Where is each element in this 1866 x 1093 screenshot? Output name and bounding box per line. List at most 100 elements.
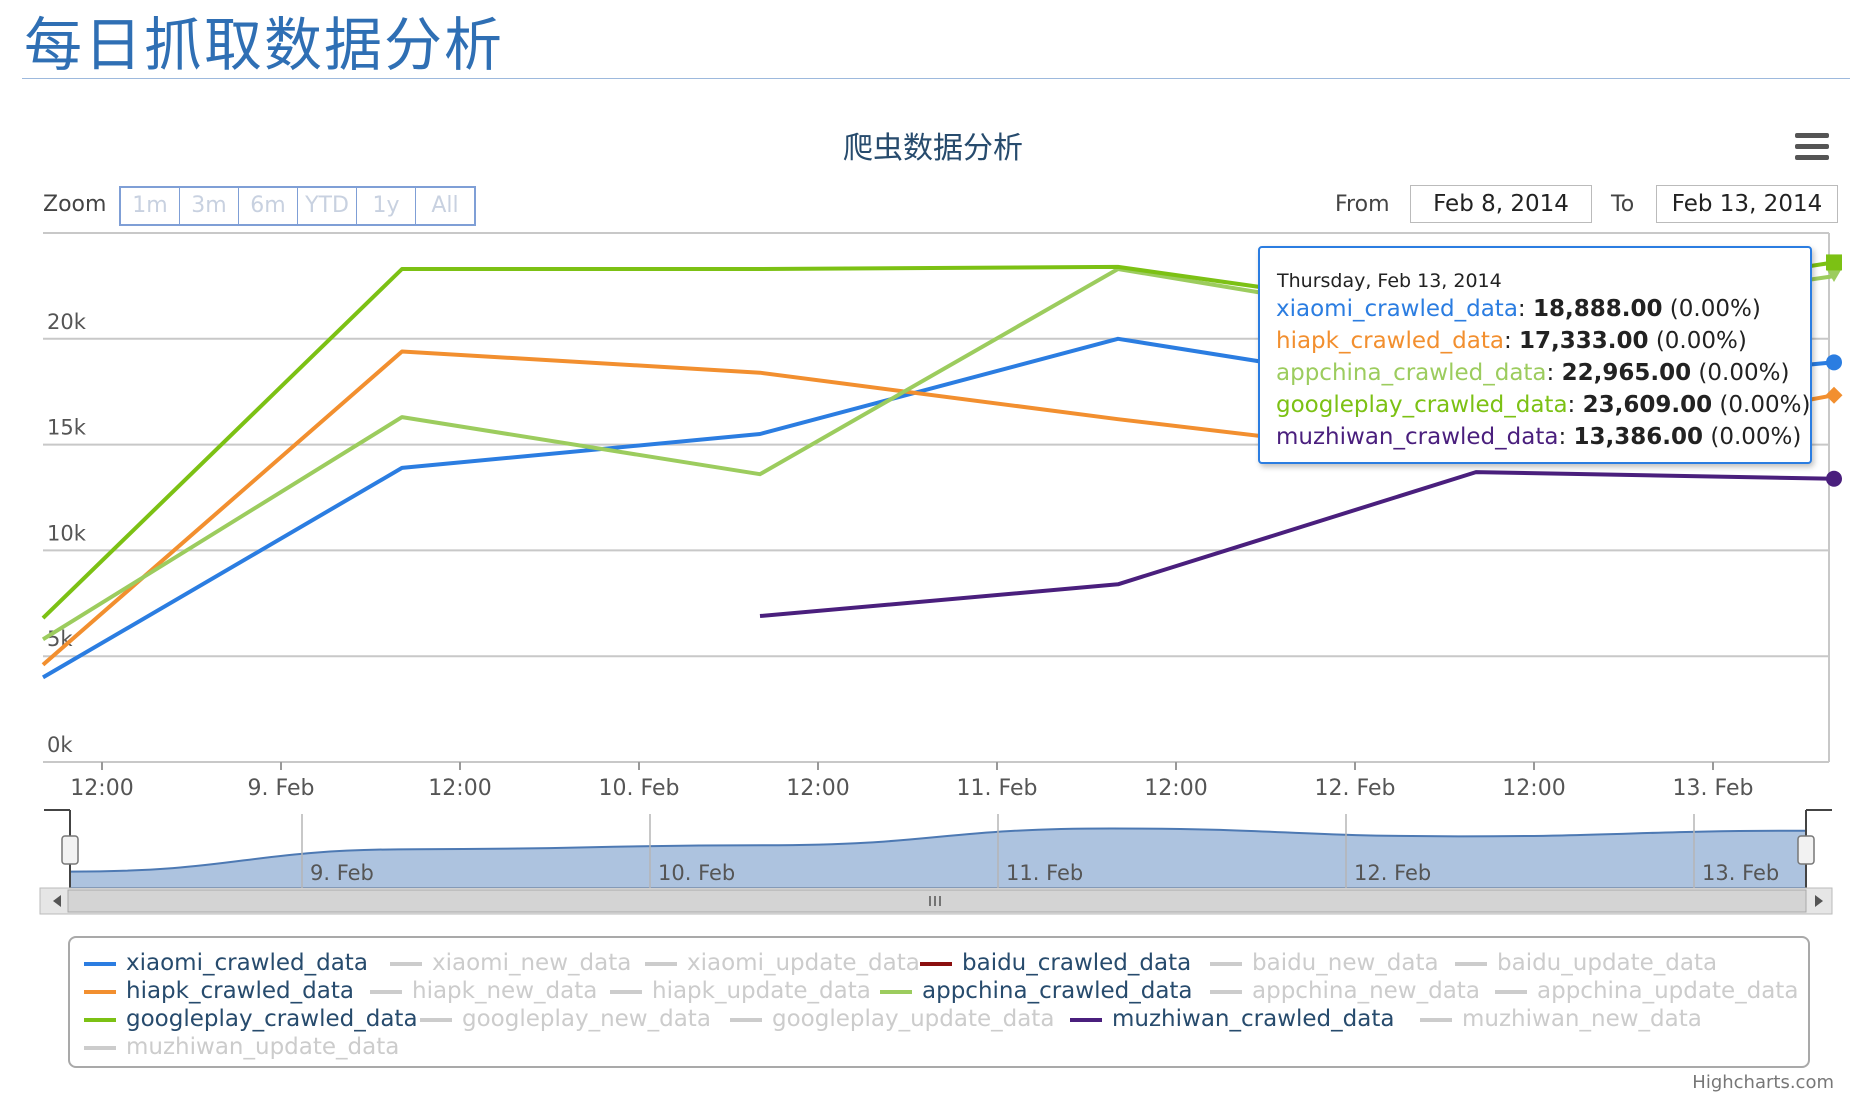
legend-swatch bbox=[420, 1017, 452, 1022]
tooltip-pct: (0.00%) bbox=[1719, 392, 1811, 418]
legend-swatch bbox=[730, 1017, 762, 1022]
legend-item-appchina-update-data[interactable]: appchina_update_data bbox=[1495, 978, 1798, 1004]
tooltip-series-name: googleplay_crawled_data bbox=[1276, 392, 1568, 418]
legend: xiaomi_crawled_data xiaomi_new_data xiaomi… bbox=[68, 936, 1810, 1068]
legend-label: appchina_update_data bbox=[1537, 978, 1799, 1004]
legend-swatch bbox=[84, 1045, 116, 1050]
legend-swatch bbox=[1070, 1017, 1102, 1022]
x-tick-label: 12:00 bbox=[70, 776, 133, 801]
legend-label: xiaomi_new_data bbox=[432, 950, 632, 976]
legend-label: xiaomi_crawled_data bbox=[126, 950, 368, 976]
x-tick-label: 12:00 bbox=[428, 776, 491, 801]
x-tick-label: 12. Feb bbox=[1315, 776, 1396, 801]
series-marker bbox=[1826, 254, 1842, 271]
x-tick-label: 12:00 bbox=[1502, 776, 1565, 801]
x-tick-label: 9. Feb bbox=[248, 776, 315, 801]
legend-label: hiapk_update_data bbox=[652, 978, 871, 1004]
legend-item-hiapk-crawled-data[interactable]: hiapk_crawled_data bbox=[84, 978, 354, 1004]
legend-label: hiapk_new_data bbox=[412, 978, 598, 1004]
legend-label: appchina_new_data bbox=[1252, 978, 1480, 1004]
legend-swatch bbox=[84, 989, 116, 994]
tooltip-row-hiapk: hiapk_crawled_data: 17,333.00 (0.00%) bbox=[1276, 328, 1747, 354]
legend-label: googleplay_new_data bbox=[462, 1006, 711, 1032]
legend-swatch bbox=[84, 1017, 116, 1022]
y-tick-label: 15k bbox=[47, 416, 87, 440]
scrollbar-thumb bbox=[67, 889, 1807, 913]
legend-item-googleplay-update-data[interactable]: googleplay_update_data bbox=[730, 1006, 1054, 1032]
navigator: 9. Feb 10. Feb 11. Feb 12. Feb 13. Feb bbox=[39, 809, 1833, 915]
legend-label: xiaomi_update_data bbox=[687, 950, 920, 976]
legend-item-xiaomi-new-data[interactable]: xiaomi_new_data bbox=[390, 950, 631, 976]
credits-link[interactable]: Highcharts.com bbox=[1692, 1072, 1834, 1093]
legend-item-appchina-crawled-data[interactable]: appchina_crawled_data bbox=[880, 978, 1193, 1004]
legend-label: googleplay_update_data bbox=[772, 1006, 1055, 1032]
legend-item-muzhiwan-crawled-data[interactable]: muzhiwan_crawled_data bbox=[1070, 1006, 1394, 1032]
legend-item-muzhiwan-new-data[interactable]: muzhiwan_new_data bbox=[1420, 1006, 1702, 1032]
series-line-muzhiwan bbox=[759, 470, 1835, 618]
series-marker bbox=[1826, 354, 1842, 371]
line-chart: 0k5k10k15k20k 12:00 9. Feb 12:00 10. Feb 12:… bbox=[39, 232, 1843, 915]
tooltip-value: 13,386.00 bbox=[1573, 424, 1704, 450]
legend-label: hiapk_crawled_data bbox=[126, 978, 354, 1004]
tooltip-value: 22,965.00 bbox=[1561, 360, 1692, 386]
navigator-label: 9. Feb bbox=[310, 861, 374, 885]
legend-label: muzhiwan_update_data bbox=[126, 1034, 400, 1060]
legend-label: baidu_new_data bbox=[1252, 950, 1439, 976]
x-axis-labels: 12:00 9. Feb 12:00 10. Feb 12:00 11. Feb 12:00… bbox=[70, 776, 1753, 801]
x-tick-label: 13. Feb bbox=[1673, 776, 1754, 801]
y-tick-label: 10k bbox=[47, 521, 87, 545]
navigator-label: 11. Feb bbox=[1006, 861, 1083, 885]
tooltip-series-name: xiaomi_crawled_data bbox=[1276, 296, 1518, 322]
legend-item-googleplay-new-data[interactable]: googleplay_new_data bbox=[420, 1006, 711, 1032]
y-tick-label: 20k bbox=[47, 310, 87, 334]
legend-swatch bbox=[645, 961, 677, 966]
tooltip-value: 18,888.00 bbox=[1532, 296, 1663, 322]
legend-swatch bbox=[84, 961, 116, 966]
tooltip: Thursday, Feb 13, 2014 xiaomi_crawled_da… bbox=[1258, 246, 1812, 464]
tooltip-pct: (0.00%) bbox=[1710, 424, 1802, 450]
series-marker bbox=[1826, 470, 1842, 487]
tooltip-date: Thursday, Feb 13, 2014 bbox=[1277, 270, 1502, 292]
legend-item-muzhiwan-update-data[interactable]: muzhiwan_update_data bbox=[84, 1034, 399, 1060]
legend-swatch bbox=[1455, 961, 1487, 966]
navigator-label: 10. Feb bbox=[658, 861, 735, 885]
legend-swatch bbox=[390, 961, 422, 966]
legend-swatch bbox=[610, 989, 642, 994]
legend-swatch bbox=[920, 961, 952, 966]
legend-item-xiaomi-update-data[interactable]: xiaomi_update_data bbox=[645, 950, 920, 976]
legend-item-xiaomi-crawled-data[interactable]: xiaomi_crawled_data bbox=[84, 950, 368, 976]
legend-label: googleplay_crawled_data bbox=[126, 1006, 418, 1032]
legend-swatch bbox=[1210, 961, 1242, 966]
legend-item-googleplay-crawled-data[interactable]: googleplay_crawled_data bbox=[84, 1006, 418, 1032]
navigator-label: 12. Feb bbox=[1354, 861, 1431, 885]
legend-item-baidu-new-data[interactable]: baidu_new_data bbox=[1210, 950, 1439, 976]
legend-swatch bbox=[1420, 1017, 1452, 1022]
tooltip-row-googleplay: googleplay_crawled_data: 23,609.00 (0.00… bbox=[1276, 392, 1811, 418]
tooltip-row-muzhiwan: muzhiwan_crawled_data: 13,386.00 (0.00%) bbox=[1276, 424, 1802, 450]
legend-label: muzhiwan_crawled_data bbox=[1112, 1006, 1395, 1032]
y-tick-label: 0k bbox=[47, 733, 73, 757]
legend-swatch bbox=[1210, 989, 1242, 994]
legend-swatch bbox=[370, 989, 402, 994]
tooltip-series-name: muzhiwan_crawled_data bbox=[1276, 424, 1559, 450]
legend-item-hiapk-new-data[interactable]: hiapk_new_data bbox=[370, 978, 597, 1004]
tooltip-value: 17,333.00 bbox=[1519, 328, 1649, 354]
tooltip-pct: (0.00%) bbox=[1669, 296, 1761, 322]
legend-label: appchina_crawled_data bbox=[922, 978, 1193, 1004]
legend-item-baidu-update-data[interactable]: baidu_update_data bbox=[1455, 950, 1717, 976]
tooltip-series-name: hiapk_crawled_data bbox=[1276, 328, 1504, 354]
legend-item-hiapk-update-data[interactable]: hiapk_update_data bbox=[610, 978, 871, 1004]
x-tick-label: 11. Feb bbox=[957, 776, 1038, 801]
x-tick-label: 12:00 bbox=[786, 776, 849, 801]
legend-item-baidu-crawled-data[interactable]: baidu_crawled_data bbox=[920, 950, 1191, 976]
tooltip-pct: (0.00%) bbox=[1698, 360, 1790, 386]
legend-swatch bbox=[1495, 989, 1527, 994]
legend-swatch bbox=[880, 989, 912, 994]
tooltip-row-xiaomi: xiaomi_crawled_data: 18,888.00 (0.00%) bbox=[1276, 296, 1761, 322]
legend-item-appchina-new-data[interactable]: appchina_new_data bbox=[1210, 978, 1480, 1004]
tooltip-pct: (0.00%) bbox=[1655, 328, 1747, 354]
y-axis-labels: 0k5k10k15k20k bbox=[47, 310, 87, 757]
legend-label: baidu_crawled_data bbox=[962, 950, 1192, 976]
x-tick-label: 10. Feb bbox=[599, 776, 680, 801]
navigator-label: 13. Feb bbox=[1702, 861, 1779, 885]
